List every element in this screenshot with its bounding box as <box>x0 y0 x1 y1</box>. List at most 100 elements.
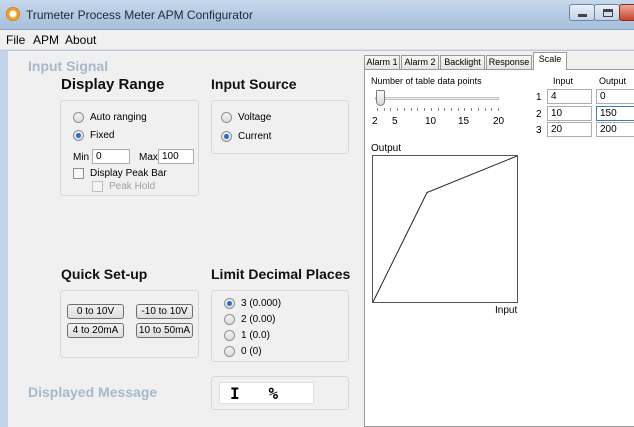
input-column-header: Input <box>553 76 574 86</box>
close-button[interactable] <box>619 4 634 21</box>
max-label: Max <box>139 152 158 163</box>
display-peak-bar-checkbox[interactable]: Display Peak Bar <box>73 168 167 179</box>
row1-output[interactable]: 0 <box>596 89 634 104</box>
menu-bar: File APM About <box>0 30 634 50</box>
min-input[interactable]: 0 <box>92 149 130 164</box>
peak-hold-checkbox[interactable]: Peak Hold <box>92 181 155 192</box>
slider-tick <box>444 108 445 111</box>
scale-curve-line <box>372 155 518 303</box>
displayed-message-heading: Displayed Message <box>28 384 158 400</box>
radio-indicator-selected <box>224 298 235 309</box>
radio-indicator-selected <box>221 131 232 142</box>
tab-alarm-1[interactable]: Alarm 1 <box>364 55 400 69</box>
displayed-message-group: I % <box>211 376 349 410</box>
decimal-3-radio[interactable]: 3 (0.000) <box>224 298 281 309</box>
slider-label-15: 15 <box>458 116 470 127</box>
slider-tick <box>417 108 418 111</box>
slider-label-5: 5 <box>392 116 398 127</box>
slider-tick <box>390 108 391 111</box>
quick-0-10v-button[interactable]: 0 to 10V <box>67 304 124 319</box>
decimal-1-radio[interactable]: 1 (0.0) <box>224 330 270 341</box>
quick-setup-title: Quick Set-up <box>61 266 148 282</box>
slider-tick <box>464 108 465 111</box>
decimal-places-title: Limit Decimal Places <box>211 266 351 282</box>
slider-tick <box>498 108 499 111</box>
slider-ticks <box>377 108 499 112</box>
slider-tick <box>451 108 452 111</box>
slider-tick <box>438 108 439 111</box>
window-title: Trumeter Process Meter APM Configurator <box>26 8 253 22</box>
quick-4-20ma-button[interactable]: 4 to 20mA <box>67 323 124 338</box>
graph-output-label: Output <box>371 143 402 154</box>
slider-tick <box>397 108 398 111</box>
radio-indicator <box>73 112 84 123</box>
display-peak-bar-label: Display Peak Bar <box>90 168 167 179</box>
title-bar: Trumeter Process Meter APM Configurator <box>0 0 634 30</box>
min-label: Min <box>73 152 90 163</box>
scale-curve-point <box>426 191 428 194</box>
points-slider-thumb[interactable] <box>376 90 385 106</box>
scale-graph <box>372 155 518 303</box>
auto-ranging-radio[interactable]: Auto ranging <box>73 112 147 123</box>
quick-neg10-10v-button[interactable]: -10 to 10V <box>136 304 193 319</box>
slider-tick <box>431 108 432 111</box>
radio-indicator <box>224 314 235 325</box>
slider-tick <box>377 108 378 111</box>
tab-response[interactable]: Response <box>486 55 532 69</box>
app-icon <box>6 7 20 21</box>
current-radio[interactable]: Current <box>221 131 271 142</box>
menu-apm[interactable]: APM <box>33 33 59 47</box>
radio-indicator-selected <box>73 130 84 141</box>
radio-indicator <box>221 112 232 123</box>
tab-backlight[interactable]: Backlight <box>440 55 485 69</box>
voltage-label: Voltage <box>238 112 272 123</box>
slider-tick <box>458 108 459 111</box>
row-index-1: 1 <box>536 92 542 103</box>
input-signal-heading: Input Signal <box>28 58 109 74</box>
radio-indicator <box>224 330 235 341</box>
minimize-button[interactable] <box>569 4 595 21</box>
tab-scale[interactable]: Scale <box>533 52 567 70</box>
displayed-message-input[interactable]: I % <box>219 382 314 404</box>
menu-about[interactable]: About <box>65 33 96 47</box>
checkbox-box <box>73 168 84 179</box>
quick-10-50ma-button[interactable]: 10 to 50mA <box>136 323 193 338</box>
row3-input[interactable]: 20 <box>547 122 592 137</box>
maximize-button[interactable] <box>594 4 620 21</box>
max-input[interactable]: 100 <box>158 149 194 164</box>
fixed-label: Fixed <box>90 130 115 141</box>
slider-label-2: 2 <box>372 116 378 127</box>
decimal-0-radio[interactable]: 0 (0) <box>224 346 262 357</box>
row2-output[interactable]: 150 <box>596 106 634 121</box>
row3-output[interactable]: 200 <box>596 122 634 137</box>
input-source-title: Input Source <box>211 76 297 92</box>
checkbox-box <box>92 181 103 192</box>
slider-tick <box>471 108 472 111</box>
row2-input[interactable]: 10 <box>547 106 592 121</box>
output-column-header: Output <box>599 76 627 86</box>
points-slider-track[interactable] <box>375 97 499 100</box>
menu-file[interactable]: File <box>6 33 25 47</box>
row-index-2: 2 <box>536 109 542 120</box>
decimal-2-label: 2 (0.00) <box>241 314 276 325</box>
graph-input-label: Input <box>495 305 518 316</box>
slider-tick <box>478 108 479 111</box>
slider-tick <box>485 108 486 111</box>
slider-tick <box>384 108 385 111</box>
decimal-1-label: 1 (0.0) <box>241 330 270 341</box>
fixed-radio[interactable]: Fixed <box>73 130 114 141</box>
scale-graph-svg <box>372 155 518 303</box>
window-left-border <box>0 51 8 427</box>
voltage-radio[interactable]: Voltage <box>221 112 271 123</box>
decimal-0-label: 0 (0) <box>241 346 262 357</box>
slider-tick <box>404 108 405 111</box>
decimal-2-radio[interactable]: 2 (0.00) <box>224 314 275 325</box>
slider-tick <box>491 108 492 111</box>
input-source-group <box>211 100 349 154</box>
current-label: Current <box>238 131 272 142</box>
slider-tick <box>411 108 412 111</box>
row1-input[interactable]: 4 <box>547 89 592 104</box>
tab-alarm-2[interactable]: Alarm 2 <box>401 55 439 69</box>
maximize-icon <box>603 9 613 17</box>
points-label: Number of table data points <box>371 76 482 86</box>
